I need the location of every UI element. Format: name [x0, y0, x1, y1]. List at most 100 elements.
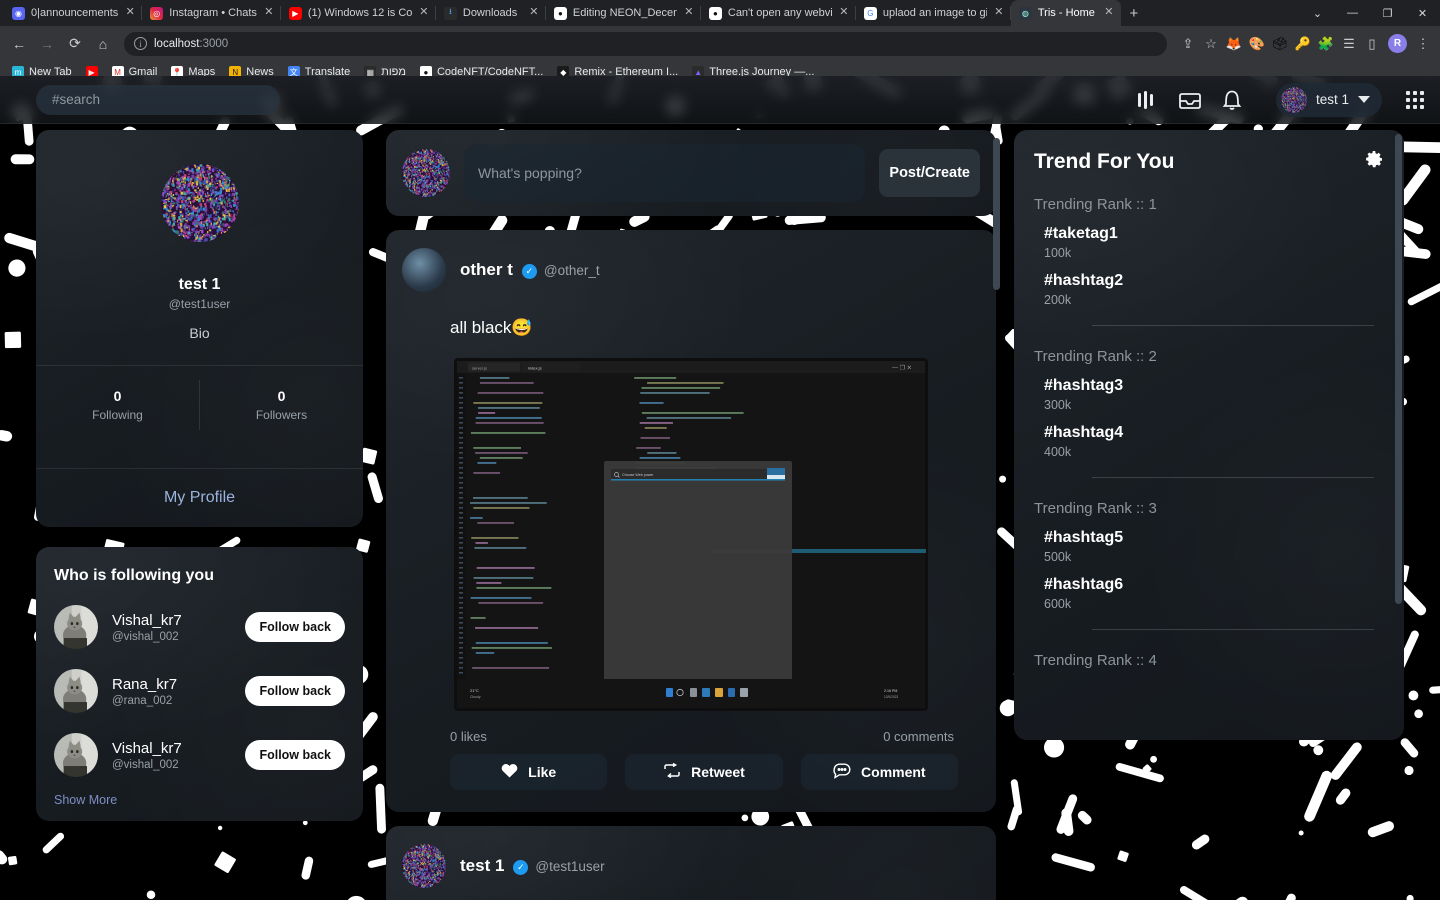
trend-hashtag[interactable]: #hashtag5	[1044, 529, 1384, 547]
follower-avatar[interactable]	[54, 605, 98, 649]
retweet-button[interactable]: Retweet	[625, 754, 782, 790]
trend-card: Trend For You Trending Rank :: 1#taketag…	[1014, 130, 1404, 740]
trend-count: 100k	[1044, 246, 1384, 260]
browser-tab[interactable]: ◉0|announcements✕	[4, 0, 142, 26]
clipboard-icon[interactable]: 🗳	[1269, 33, 1291, 55]
close-tab-icon[interactable]: ✕	[1103, 7, 1115, 19]
forward-icon[interactable]: →	[34, 31, 60, 57]
post-avatar[interactable]	[402, 248, 446, 292]
trend-title: Trend For You	[1034, 150, 1174, 174]
tab-search-button[interactable]: ⌄	[1300, 0, 1335, 26]
post-author-name[interactable]: other t	[460, 260, 513, 280]
bars-icon[interactable]	[1136, 88, 1160, 112]
trend-hashtag[interactable]: #hashtag3	[1044, 377, 1384, 395]
post-avatar[interactable]	[402, 844, 446, 888]
reload-icon[interactable]: ⟳	[62, 31, 88, 57]
new-tab-button[interactable]: +	[1121, 0, 1147, 26]
trend-hashtag[interactable]: #taketag1	[1044, 225, 1384, 243]
sidepanel-icon[interactable]: ▯	[1361, 33, 1383, 55]
chevron-down-icon[interactable]	[1358, 96, 1370, 103]
tab-title: uplaod an image to github	[883, 7, 987, 19]
browser-tab[interactable]: ●Editing NEON_Decentraliz✕	[546, 0, 701, 26]
close-tab-icon[interactable]: ✕	[683, 7, 695, 19]
maximize-button[interactable]: ❐	[1370, 0, 1405, 26]
trend-item[interactable]: #hashtag4400k	[1034, 424, 1384, 459]
feed-column: What's popping? Post/Create other t ✓ @o…	[386, 130, 996, 900]
trend-hashtag[interactable]: #hashtag4	[1044, 424, 1384, 442]
follow-back-button[interactable]: Follow back	[245, 612, 345, 642]
like-label: Like	[528, 764, 556, 780]
post-author-name[interactable]: test 1	[460, 856, 504, 876]
browser-tab[interactable]: Guplaod an image to github✕	[856, 0, 1011, 26]
trend-rank-label: Trending Rank :: 4	[1034, 652, 1384, 669]
trend-scrollbar[interactable]	[1395, 134, 1402, 604]
trend-divider	[1092, 325, 1374, 326]
trend-item[interactable]: #hashtag2200k	[1034, 272, 1384, 307]
colorpick-icon[interactable]: 🎨	[1246, 33, 1268, 55]
comment-button[interactable]: Comment	[801, 754, 958, 790]
inbox-icon[interactable]	[1178, 88, 1202, 112]
follower-handle[interactable]: @vishal_002	[112, 759, 231, 771]
trend-hashtag[interactable]: #hashtag2	[1044, 272, 1384, 290]
post-author-handle[interactable]: @test1user	[535, 859, 604, 874]
playlist-icon[interactable]: ☰	[1338, 33, 1360, 55]
star-icon[interactable]: ☆	[1200, 33, 1222, 55]
home-icon[interactable]: ⌂	[90, 31, 116, 57]
puzzle-icon[interactable]: 🧩	[1315, 33, 1337, 55]
close-tab-icon[interactable]: ✕	[124, 7, 136, 19]
post-author-handle[interactable]: @other_t	[544, 263, 600, 278]
address-bar[interactable]: i localhost:3000	[124, 32, 1167, 56]
follower-name[interactable]: Vishal_kr7	[112, 740, 231, 757]
follower-name[interactable]: Rana_kr7	[112, 676, 231, 693]
share-icon[interactable]: ⇪	[1177, 33, 1199, 55]
post-image[interactable]: server.js index.js — ❐ ✕ Choose Web	[454, 358, 928, 711]
browser-tab[interactable]: ◎Instagram • Chats✕	[142, 0, 281, 26]
show-more-link[interactable]: Show More	[54, 793, 345, 807]
post-create-button[interactable]: Post/Create	[879, 149, 980, 197]
stat-following[interactable]: 0 Following	[36, 366, 199, 444]
like-button[interactable]: Like	[450, 754, 607, 790]
back-icon[interactable]: ←	[6, 31, 32, 57]
follow-back-button[interactable]: Follow back	[245, 676, 345, 706]
follower-handle[interactable]: @rana_002	[112, 695, 231, 707]
follower-avatar[interactable]	[54, 733, 98, 777]
tris-app: #search	[0, 76, 1440, 900]
close-tab-icon[interactable]: ✕	[528, 7, 540, 19]
stat-followers[interactable]: 0 Followers	[200, 366, 363, 444]
trend-item[interactable]: #hashtag6600k	[1034, 576, 1384, 611]
keeper-icon[interactable]: 🔑	[1292, 33, 1314, 55]
likes-count: 0 likes	[450, 729, 487, 744]
minimize-button[interactable]: —	[1335, 0, 1370, 26]
composer-input[interactable]: What's popping?	[464, 144, 865, 202]
search-input[interactable]: #search	[36, 85, 280, 115]
trend-item[interactable]: #taketag1 100k	[1034, 225, 1384, 260]
feed-scrollbar[interactable]	[993, 138, 1000, 290]
bell-icon[interactable]	[1220, 88, 1244, 112]
trend-item[interactable]: #hashtag5500k	[1034, 529, 1384, 564]
gear-icon[interactable]	[1365, 150, 1384, 174]
metamask-icon[interactable]: 🦊	[1223, 33, 1245, 55]
follower-avatar[interactable]	[54, 669, 98, 713]
close-window-button[interactable]: ✕	[1405, 0, 1440, 26]
profile-avatar[interactable]: R	[1388, 34, 1407, 53]
trend-item[interactable]: #hashtag3300k	[1034, 377, 1384, 412]
close-tab-icon[interactable]: ✕	[838, 7, 850, 19]
site-info-icon[interactable]: i	[134, 37, 147, 50]
close-tab-icon[interactable]: ✕	[418, 7, 430, 19]
close-tab-icon[interactable]: ✕	[993, 7, 1005, 19]
kebab-menu-icon[interactable]: ⋮	[1412, 33, 1434, 55]
close-tab-icon[interactable]: ✕	[263, 7, 275, 19]
browser-tab[interactable]: ◍Tris - Home✕	[1011, 0, 1121, 26]
follower-name[interactable]: Vishal_kr7	[112, 612, 231, 629]
profile-avatar-image	[161, 164, 239, 242]
trend-hashtag[interactable]: #hashtag6	[1044, 576, 1384, 594]
my-profile-link[interactable]: My Profile	[36, 469, 363, 527]
follow-back-button[interactable]: Follow back	[245, 740, 345, 770]
follower-handle[interactable]: @vishal_002	[112, 631, 231, 643]
browser-tab[interactable]: ⭳Downloads✕	[436, 0, 546, 26]
browser-tab[interactable]: ●Can't open any webviews o✕	[701, 0, 856, 26]
apps-grid-icon[interactable]	[1406, 91, 1424, 109]
user-menu-button[interactable]: test 1	[1276, 83, 1382, 117]
trend-rank-label: Trending Rank :: 1	[1034, 196, 1384, 213]
browser-tab[interactable]: ▶(1) Windows 12 is Coming✕	[281, 0, 436, 26]
